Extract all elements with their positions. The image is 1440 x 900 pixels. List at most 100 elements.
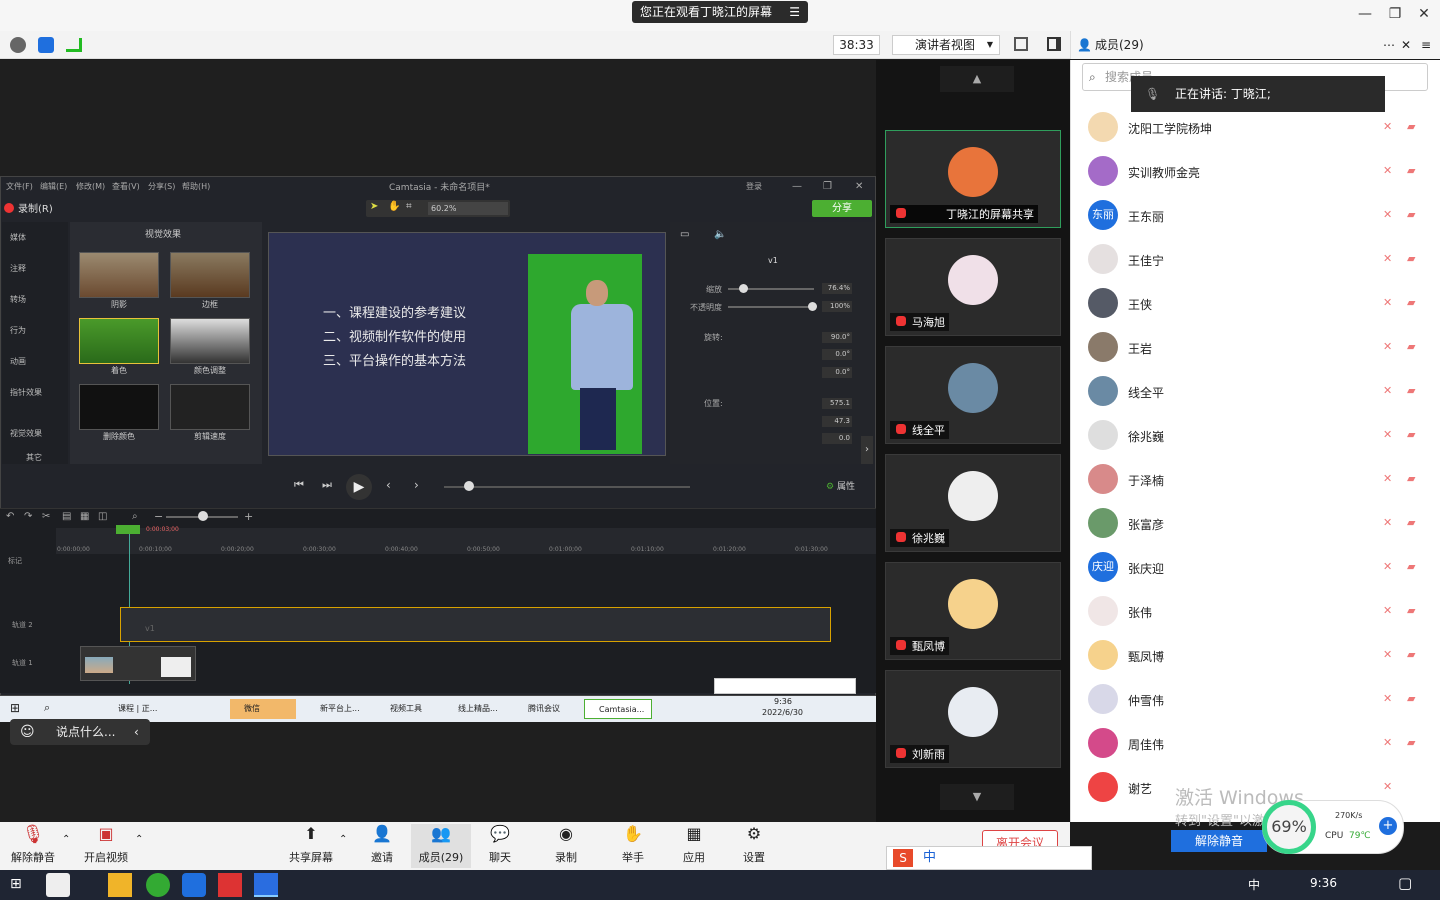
fx-remove-color-thumb[interactable] <box>79 384 159 430</box>
cm-menu-file[interactable]: 文件(F) <box>6 181 33 192</box>
member-row[interactable]: 于泽楠 ✕ ▰ <box>1085 458 1435 502</box>
scroll-down-icon[interactable]: ▼ <box>940 784 1014 810</box>
video-tile[interactable]: 线全平 <box>885 346 1061 444</box>
undo-icon[interactable]: ↶ <box>6 511 14 522</box>
collapse-icon[interactable]: ‹ <box>134 719 139 745</box>
restore-icon[interactable]: ❐ <box>1385 6 1405 22</box>
cm-menu-modify[interactable]: 修改(M) <box>76 181 105 192</box>
cm-menu-view[interactable]: 查看(V) <box>112 181 140 192</box>
share-screen-button[interactable]: ⬆ 共享屏幕 <box>281 824 341 865</box>
camera-off-icon[interactable]: ▰ <box>1407 692 1422 706</box>
taskbar-app-icon[interactable] <box>46 873 70 897</box>
mic-off-icon[interactable]: ✕ <box>1383 560 1398 574</box>
mic-off-icon[interactable]: ✕ <box>1383 648 1398 662</box>
fx-shadow-thumb[interactable] <box>79 252 159 298</box>
zoom-in-icon[interactable]: + <box>244 510 253 523</box>
scrub-slider[interactable] <box>444 486 690 488</box>
mic-off-icon[interactable]: ✕ <box>1383 120 1398 134</box>
cm-menu-share[interactable]: 分享(S) <box>148 181 175 192</box>
view-mode-select[interactable]: 演讲者视图 ▼ <box>892 35 1000 55</box>
mic-off-icon[interactable]: ✕ <box>1383 604 1398 618</box>
system-clock[interactable]: 9:36 <box>1310 876 1337 890</box>
cm-side-behaviors[interactable]: 行为 <box>10 325 70 336</box>
position-y[interactable]: 47.3 <box>822 416 852 427</box>
more-icon[interactable]: ⋯ <box>1383 31 1395 59</box>
cut-icon[interactable]: ✂ <box>42 511 50 522</box>
properties-button[interactable]: ⚙ 属性 <box>826 479 855 492</box>
member-row[interactable]: 王佳宁 ✕ ▰ <box>1085 238 1435 282</box>
video-props-icon[interactable]: ▭ <box>680 229 689 240</box>
crop-icon[interactable]: ⌗ <box>406 201 412 212</box>
cm-login[interactable]: 登录 <box>746 181 762 192</box>
signal-icon[interactable] <box>66 38 82 52</box>
zoom-out-icon[interactable]: − <box>154 510 163 523</box>
opacity-value[interactable]: 100% <box>822 301 852 312</box>
cm-side-cursor-effects[interactable]: 指针效果 <box>10 387 70 398</box>
wps-icon[interactable] <box>218 873 242 897</box>
member-row[interactable]: 甄凤博 ✕ ▰ <box>1085 634 1435 678</box>
track2-label[interactable]: 轨道 2 <box>12 620 33 630</box>
mic-off-icon[interactable]: ✕ <box>1383 164 1398 178</box>
video-tile[interactable]: 马海旭 <box>885 238 1061 336</box>
input-language[interactable]: 中 <box>1248 876 1260 893</box>
camera-off-icon[interactable]: ▰ <box>1407 516 1422 530</box>
redo-icon[interactable]: ↷ <box>24 511 32 522</box>
mic-off-icon[interactable]: ✕ <box>1383 208 1398 222</box>
playhead-marker[interactable] <box>116 525 140 534</box>
camera-off-icon[interactable]: ▰ <box>1407 472 1422 486</box>
cm-zoom-select[interactable]: 60.2% <box>428 202 508 215</box>
opacity-slider-handle[interactable] <box>808 302 817 311</box>
member-row[interactable]: 周佳伟 ✕ ▰ <box>1085 722 1435 766</box>
mic-off-icon[interactable]: ✕ <box>1383 384 1398 398</box>
mic-off-icon[interactable]: ✕ <box>1383 516 1398 530</box>
cm-side-animations[interactable]: 动画 <box>10 356 70 367</box>
member-row[interactable]: 仲雪伟 ✕ ▰ <box>1085 678 1435 722</box>
raise-hand-button[interactable]: ✋ 举手 <box>603 824 663 865</box>
camera-off-icon[interactable]: ▰ <box>1407 648 1422 662</box>
minimize-icon[interactable]: — <box>1355 6 1375 22</box>
member-row[interactable]: 线全平 ✕ ▰ <box>1085 370 1435 414</box>
cm-side-media[interactable]: 媒体 <box>10 232 70 243</box>
mic-off-icon[interactable]: ✕ <box>1383 472 1398 486</box>
screen-share-banner[interactable]: 您正在观看丁晓江的屏幕 ☰ <box>632 1 808 23</box>
unmute-all-button[interactable]: 解除静音 <box>1171 830 1267 852</box>
next-icon[interactable]: › <box>414 478 419 492</box>
cursor-icon[interactable]: ➤ <box>370 201 378 212</box>
rotation-x[interactable]: 0.0° <box>822 367 852 378</box>
scale-slider-handle[interactable] <box>739 284 748 293</box>
zoom-icon[interactable]: ⌕ <box>132 511 138 522</box>
comment-bar[interactable]: ☺ 说点什么... ‹ <box>10 719 150 745</box>
position-z[interactable]: 0.0 <box>822 433 852 444</box>
scroll-up-icon[interactable]: ▲ <box>940 66 1014 92</box>
cm-side-annotations[interactable]: 注释 <box>10 263 70 274</box>
windows-start-icon[interactable]: ⊞ <box>10 876 22 892</box>
rotation-y[interactable]: 0.0° <box>822 349 852 360</box>
video-tile[interactable]: 丁晓江的屏幕共享 <box>885 130 1061 228</box>
settings-button[interactable]: ⚙ 设置 <box>724 824 784 865</box>
apps-button[interactable]: ▦ 应用 <box>664 824 724 865</box>
position-x[interactable]: 575.1 <box>822 398 852 409</box>
chevron-up-icon[interactable]: ⌃ <box>135 834 143 845</box>
mic-off-icon[interactable]: ✕ <box>1383 296 1398 310</box>
split-icon[interactable]: ◫ <box>98 511 107 522</box>
member-row[interactable]: 徐兆巍 ✕ ▰ <box>1085 414 1435 458</box>
ime-toolbar[interactable]: S 中 <box>886 846 1092 870</box>
cm-minimize-icon[interactable]: — <box>792 181 802 192</box>
frame-forward-icon[interactable]: ⏭ <box>322 478 332 492</box>
step-back-icon[interactable]: ⏮ <box>294 478 304 492</box>
cm-side-visual-effects[interactable]: 视觉效果 <box>10 428 70 439</box>
shield-icon[interactable] <box>38 37 54 53</box>
mic-off-icon[interactable]: ✕ <box>1383 692 1398 706</box>
info-icon[interactable] <box>10 37 26 53</box>
track1-label[interactable]: 轨道 1 <box>12 658 33 668</box>
panel-collapse-icon[interactable]: › <box>861 436 873 464</box>
camera-off-icon[interactable]: ▰ <box>1407 252 1422 266</box>
copy-icon[interactable]: ▤ <box>62 511 71 522</box>
fx-colorize-thumb[interactable] <box>79 318 159 364</box>
fx-border-thumb[interactable] <box>170 252 250 298</box>
camera-off-icon[interactable]: ▰ <box>1407 164 1422 178</box>
close-members-icon[interactable]: ✕ <box>1401 31 1411 59</box>
camera-off-icon[interactable]: ▰ <box>1407 384 1422 398</box>
cm-record-button[interactable]: 录制(R) <box>4 200 53 215</box>
unmute-button[interactable]: 🎙 解除静音 <box>3 824 63 865</box>
